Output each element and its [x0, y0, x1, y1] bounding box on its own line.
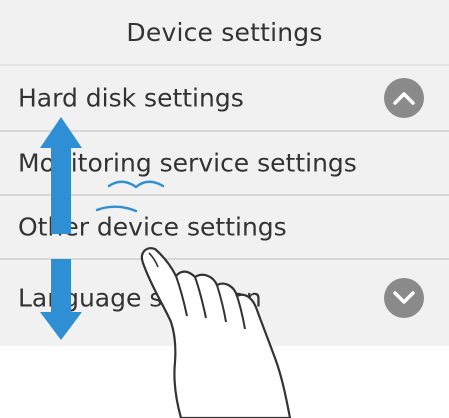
- menu-item-language-selection[interactable]: Language selection: [0, 258, 449, 346]
- screen-header: Device settings: [0, 0, 449, 66]
- chevron-up-icon: [393, 92, 415, 105]
- menu-item-label: Hard disk settings: [18, 83, 244, 113]
- menu-item-label: Other device settings: [18, 212, 287, 242]
- settings-menu-list: Hard disk settings Monitoring service se…: [0, 66, 449, 346]
- scroll-down-button[interactable]: [384, 278, 424, 318]
- device-settings-screen: Device settings Hard disk settings Monit…: [0, 0, 449, 418]
- menu-item-other-device-settings[interactable]: Other device settings: [0, 194, 449, 258]
- menu-item-label: Monitoring service settings: [18, 148, 357, 178]
- menu-item-hard-disk-settings[interactable]: Hard disk settings: [0, 66, 449, 130]
- menu-item-monitoring-service-settings[interactable]: Monitoring service settings: [0, 130, 449, 194]
- menu-item-label: Language selection: [18, 283, 262, 313]
- page-title: Device settings: [126, 17, 323, 47]
- scroll-up-button[interactable]: [384, 78, 424, 118]
- settings-panel: Device settings Hard disk settings Monit…: [0, 0, 449, 346]
- chevron-down-icon: [393, 291, 415, 304]
